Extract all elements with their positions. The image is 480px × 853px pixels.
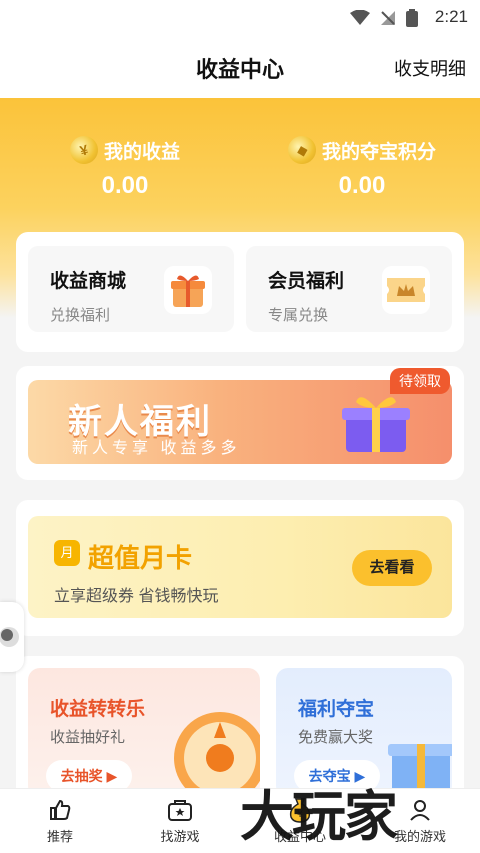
my-points[interactable]: ◆ 我的夺宝积分 0.00 bbox=[282, 132, 442, 200]
game-box-icon bbox=[166, 797, 194, 823]
shortcuts-card: 收益商城 兑换福利 会员福利 专属兑换 bbox=[16, 232, 464, 352]
wifi-icon bbox=[350, 10, 370, 25]
my-earnings-value: 0.00 bbox=[101, 172, 149, 199]
view-monthly-button[interactable]: 去看看 bbox=[352, 550, 432, 586]
gift-box-icon bbox=[342, 397, 410, 452]
newbie-card: 新人福利 新人专享 收益多多 待领取 bbox=[16, 366, 464, 480]
status-bar: 2:21 bbox=[0, 0, 480, 34]
shop-sub: 兑换福利 bbox=[50, 307, 111, 324]
app-header: 收益中心 收支明细 bbox=[0, 34, 480, 98]
income-detail-link[interactable]: 收支明细 bbox=[394, 55, 466, 81]
vip-shortcut[interactable]: 会员福利 专属兑换 bbox=[246, 246, 452, 332]
thumbs-up-icon bbox=[46, 797, 74, 823]
shop-shortcut[interactable]: 收益商城 兑换福利 bbox=[28, 246, 234, 332]
points-coin-icon: ◆ bbox=[284, 132, 320, 168]
my-earnings[interactable]: ¥ 我的收益 0.00 bbox=[60, 132, 190, 200]
watermark-logo: 大玩家 bbox=[240, 784, 398, 848]
monthly-card-banner[interactable]: 月 超值月卡 立享超级券 省钱畅快玩 去看看 bbox=[28, 516, 452, 618]
signal-off-icon bbox=[381, 11, 395, 25]
floating-assistant[interactable] bbox=[0, 602, 24, 672]
status-time: 2:21 bbox=[434, 7, 468, 26]
my-points-label: 我的夺宝积分 bbox=[321, 141, 436, 163]
coin-icon: ¥ bbox=[66, 132, 102, 168]
shop-title: 收益商城 bbox=[50, 271, 127, 292]
monthly-sub: 立享超级券 省钱畅快玩 bbox=[54, 588, 219, 605]
tab-find-games[interactable]: 找游戏 bbox=[120, 789, 240, 853]
treasure-title: 福利夺宝 bbox=[298, 699, 375, 720]
battery-icon bbox=[406, 9, 418, 27]
crown-ticket-icon bbox=[382, 266, 430, 314]
tab-my-games-label: 我的游戏 bbox=[393, 829, 446, 844]
lucky-wheel-title: 收益转转乐 bbox=[50, 699, 146, 720]
my-points-value: 0.00 bbox=[338, 172, 386, 199]
vip-title: 会员福利 bbox=[268, 271, 345, 292]
calendar-icon: 月 bbox=[54, 540, 80, 566]
assistant-avatar-icon bbox=[0, 627, 19, 647]
lucky-wheel-activity[interactable]: 收益转转乐 收益抽好礼 去抽奖 ▶ bbox=[28, 668, 260, 798]
tab-recommend-label: 推荐 bbox=[46, 829, 73, 844]
profile-icon bbox=[406, 797, 434, 823]
monthly-card-section: 月 超值月卡 立享超级券 省钱畅快玩 去看看 bbox=[16, 500, 464, 636]
pending-badge: 待领取 bbox=[390, 368, 450, 394]
treasure-sub: 免费赢大奖 bbox=[298, 729, 374, 746]
tab-recommend[interactable]: 推荐 bbox=[0, 789, 120, 853]
gift-icon bbox=[164, 266, 212, 314]
my-earnings-label: 我的收益 bbox=[103, 141, 180, 163]
newbie-banner[interactable]: 新人福利 新人专享 收益多多 bbox=[28, 380, 452, 464]
vip-sub: 专属兑换 bbox=[268, 307, 329, 324]
monthly-title: 超值月卡 bbox=[88, 543, 193, 573]
newbie-sub: 新人专享 收益多多 bbox=[72, 440, 241, 457]
status-icons bbox=[350, 9, 418, 27]
lucky-wheel-sub: 收益抽好礼 bbox=[50, 729, 126, 746]
tab-find-games-label: 找游戏 bbox=[160, 829, 200, 844]
